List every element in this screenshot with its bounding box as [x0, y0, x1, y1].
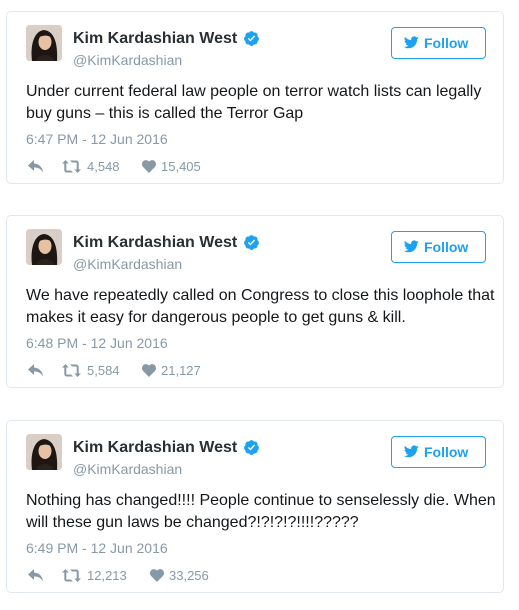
retweet-icon [62, 364, 81, 377]
tweet-card: Kim Kardashian West @KimKardashian Follo… [6, 11, 504, 184]
user-handle[interactable]: @KimKardashian [73, 460, 182, 478]
retweet-icon [62, 569, 81, 582]
user-handle[interactable]: @KimKardashian [73, 51, 182, 69]
tweet-actions: 4,548 15,405 [26, 157, 326, 177]
tweet-actions: 12,213 33,256 [26, 566, 326, 586]
tweet-timestamp[interactable]: 6:48 PM - 12 Jun 2016 [26, 334, 168, 352]
avatar[interactable] [26, 434, 62, 470]
user-name[interactable]: Kim Kardashian West [73, 233, 237, 253]
reply-icon[interactable] [28, 364, 43, 377]
retweet-count: 4,548 [87, 159, 120, 174]
user-name[interactable]: Kim Kardashian West [73, 438, 237, 458]
heart-icon [142, 364, 156, 377]
verified-badge-icon [244, 31, 259, 46]
follow-label: Follow [424, 444, 469, 460]
follow-label: Follow [424, 35, 469, 51]
retweet-count: 5,584 [87, 363, 120, 378]
user-handle[interactable]: @KimKardashian [73, 255, 182, 273]
twitter-bird-icon [404, 240, 419, 253]
retweet-icon [62, 160, 81, 173]
verified-badge-icon [244, 235, 259, 250]
tweet-actions: 5,584 21,127 [26, 361, 326, 381]
tweet-text: Nothing has changed!!!! People continue … [26, 492, 496, 531]
retweet-count: 12,213 [87, 568, 127, 583]
tweet-card: Kim Kardashian West @KimKardashian Follo… [6, 215, 504, 388]
follow-button[interactable]: Follow [391, 436, 486, 468]
avatar[interactable] [26, 229, 62, 265]
like-count: 21,127 [161, 363, 201, 378]
heart-icon [142, 160, 156, 173]
like-count: 15,405 [161, 159, 201, 174]
tweet-list: Kim Kardashian West @KimKardashian Follo… [0, 0, 519, 610]
like-count: 33,256 [169, 568, 209, 583]
tweet-timestamp[interactable]: 6:49 PM - 12 Jun 2016 [26, 539, 168, 557]
twitter-bird-icon [404, 445, 419, 458]
user-name[interactable]: Kim Kardashian West [73, 29, 237, 49]
reply-icon[interactable] [28, 569, 43, 582]
tweet-timestamp[interactable]: 6:47 PM - 12 Jun 2016 [26, 130, 168, 148]
tweet-card: Kim Kardashian West @KimKardashian Follo… [6, 420, 504, 593]
reply-icon[interactable] [28, 160, 43, 173]
tweet-text: We have repeatedly called on Congress to… [26, 287, 495, 326]
verified-badge-icon [244, 440, 259, 455]
tweet-text: Under current federal law people on terr… [26, 83, 482, 122]
follow-button[interactable]: Follow [391, 27, 486, 59]
twitter-bird-icon [404, 36, 419, 49]
follow-label: Follow [424, 239, 469, 255]
follow-button[interactable]: Follow [391, 231, 486, 263]
heart-icon [150, 569, 164, 582]
avatar[interactable] [26, 25, 62, 61]
